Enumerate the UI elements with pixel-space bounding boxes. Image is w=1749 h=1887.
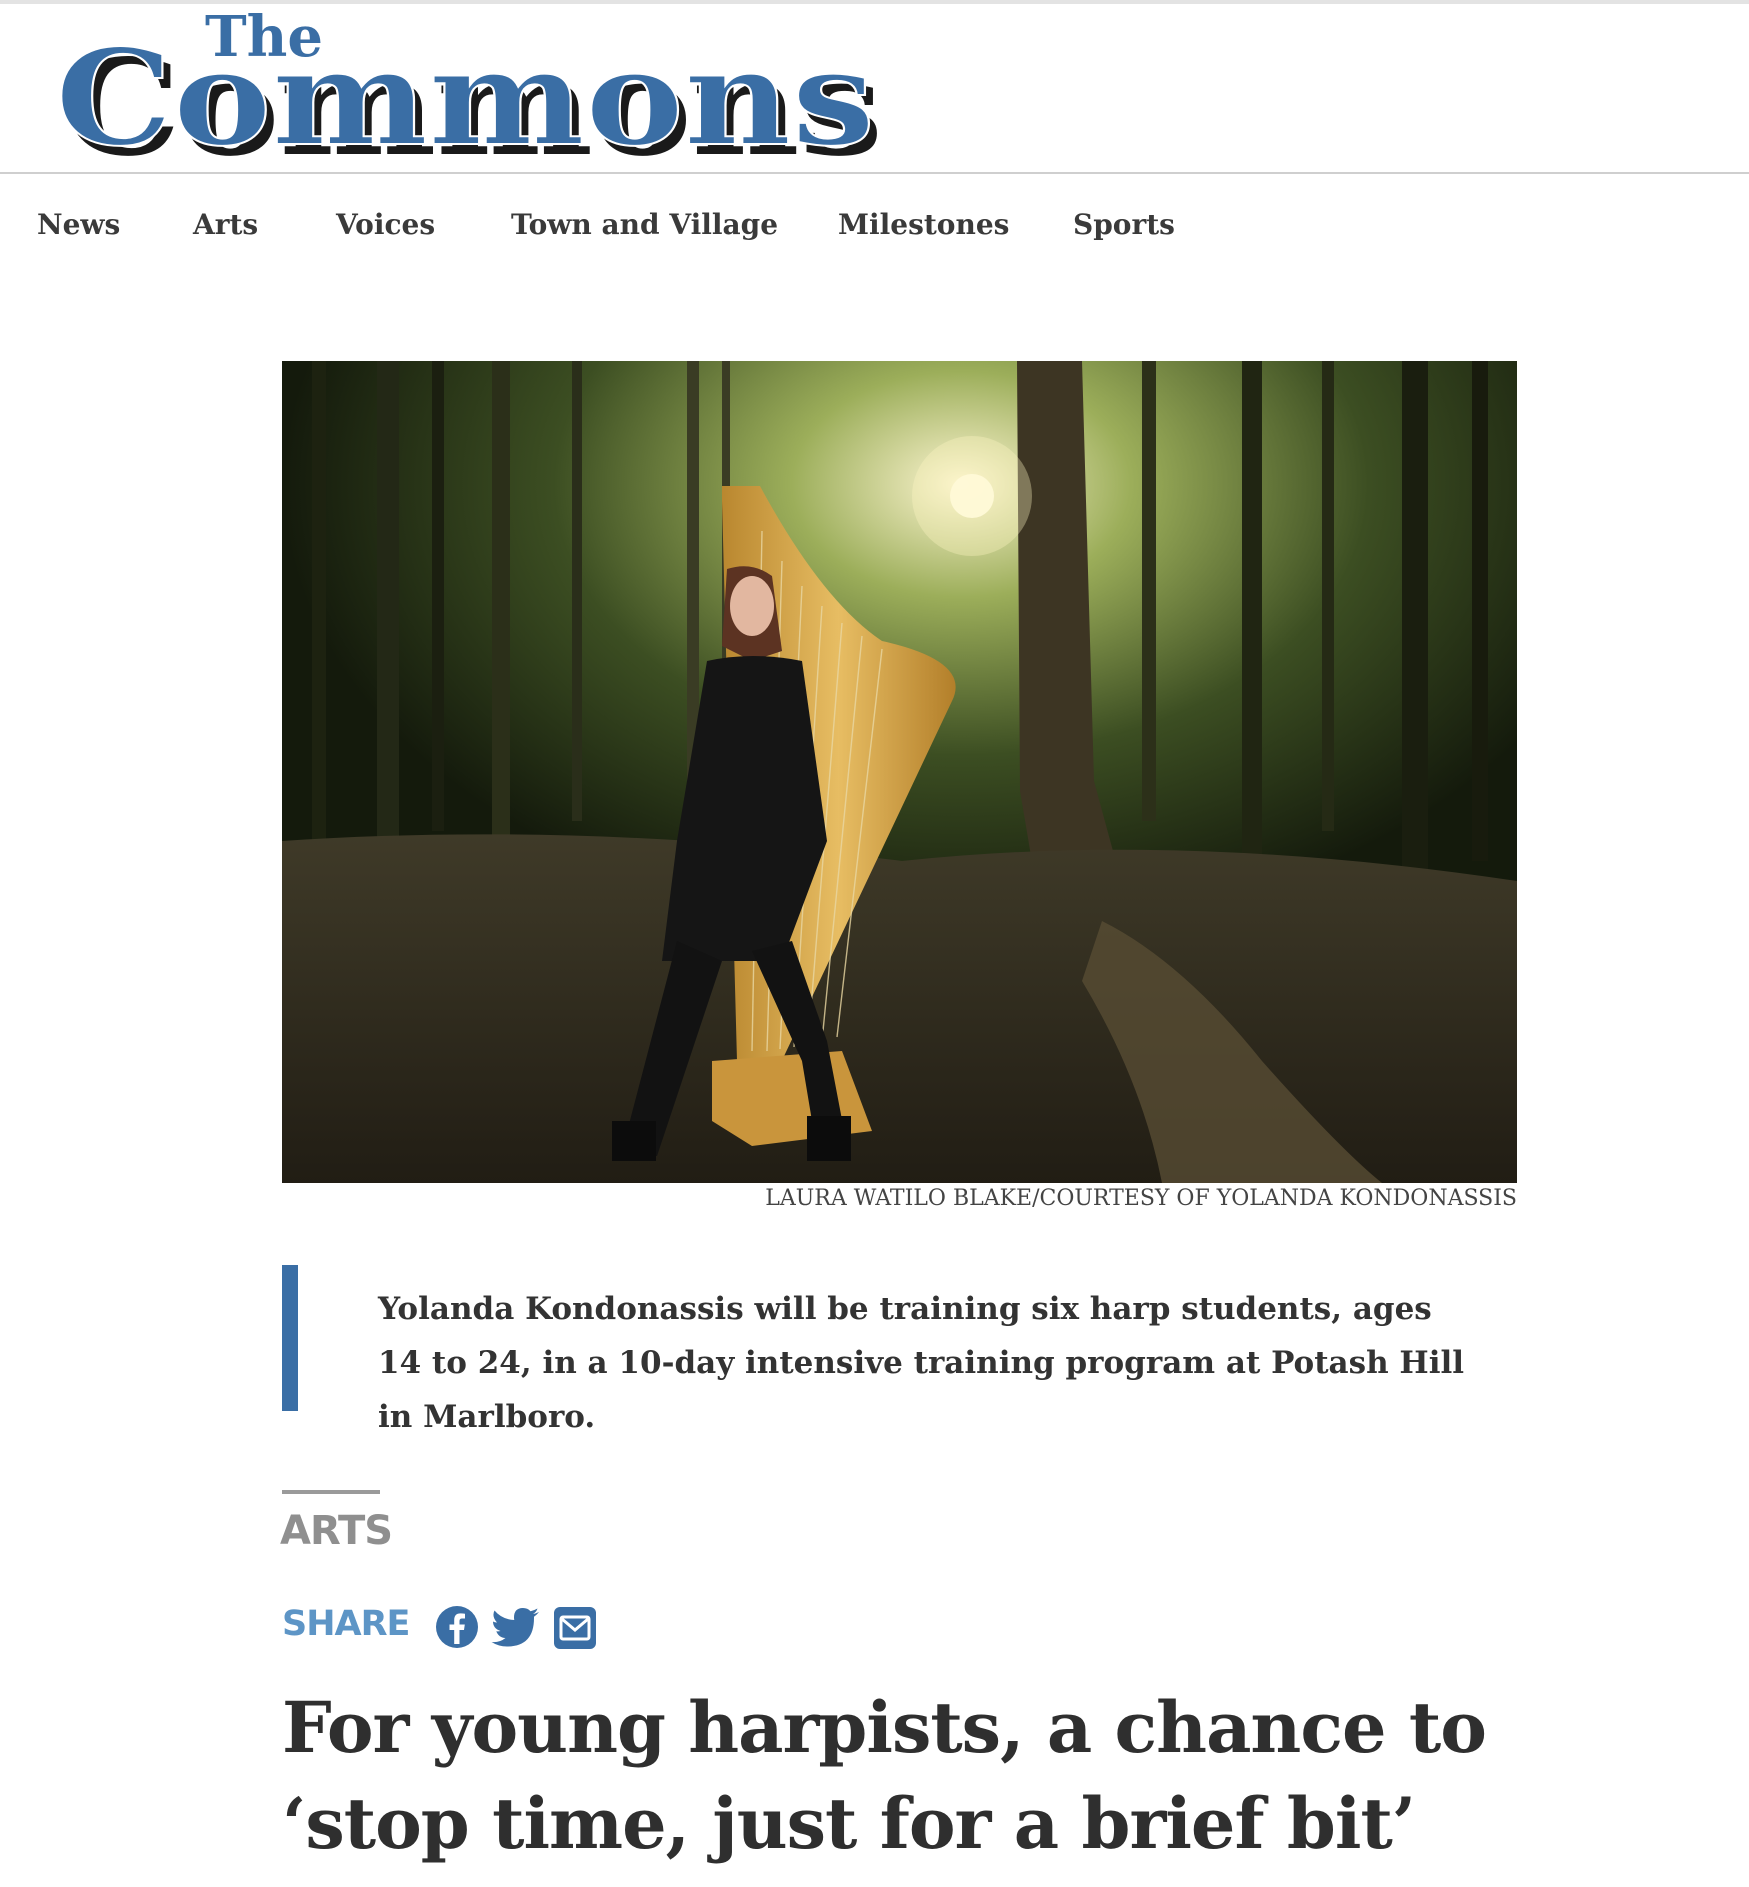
hero-photo [282,361,1517,1183]
site-logo[interactable]: The Commons Commons [55,4,955,170]
photo-credit: LAURA WATILO BLAKE/COURTESY OF YOLANDA K… [765,1186,1517,1211]
nav-item-news[interactable]: News [37,208,120,241]
section-rule [282,1490,380,1494]
nav-item-sports[interactable]: Sports [1073,208,1175,241]
nav-item-milestones[interactable]: Milestones [838,208,1009,241]
email-icon[interactable] [551,1604,601,1654]
main-nav: News Arts Voices Town and Village Milest… [0,200,1749,260]
article-headline: For young harpists, a chance to ‘stop ti… [282,1686,1487,1865]
facebook-icon[interactable] [434,1604,484,1654]
photo-caption: Yolanda Kondonassis will be training six… [378,1291,1465,1435]
logo-commons: Commons [55,21,875,170]
hero-photo-illustration [282,361,1517,1183]
nav-item-arts[interactable]: Arts [193,208,258,241]
nav-item-voices[interactable]: Voices [336,208,435,241]
nav-item-town-and-village[interactable]: Town and Village [511,208,778,241]
caption-accent-bar [282,1265,298,1411]
header-rule [0,172,1749,174]
twitter-icon[interactable] [491,1604,541,1654]
masthead: The Commons Commons [0,4,1749,172]
share-label: SHARE [282,1604,410,1644]
section-label[interactable]: ARTS [280,1508,393,1554]
